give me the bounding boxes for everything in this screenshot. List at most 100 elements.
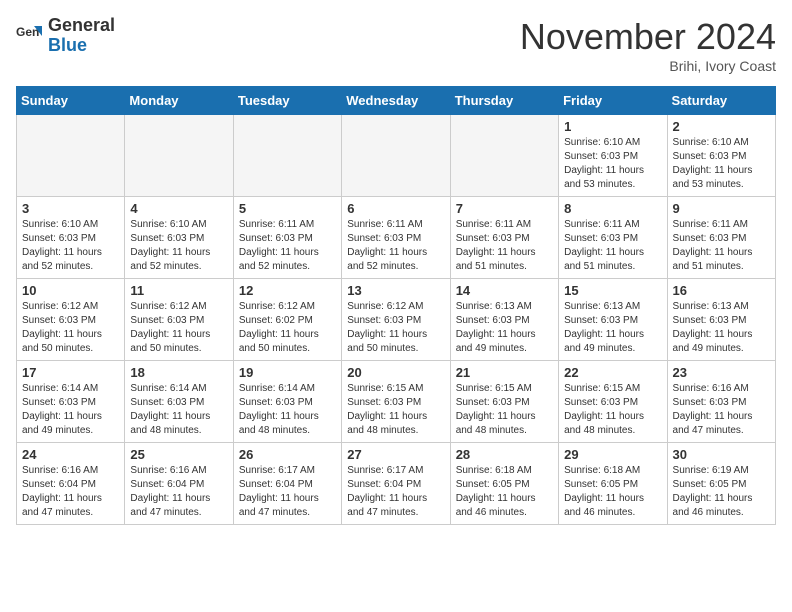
calendar-cell: 22 Sunrise: 6:15 AMSunset: 6:03 PMDayligh… bbox=[559, 361, 667, 443]
weekday-header: Sunday bbox=[17, 87, 125, 115]
day-info: Sunrise: 6:11 AMSunset: 6:03 PMDaylight:… bbox=[673, 218, 770, 274]
calendar-cell: 6 Sunrise: 6:11 AMSunset: 6:03 PMDaylight… bbox=[342, 197, 450, 279]
day-number: 22 bbox=[564, 365, 661, 380]
day-number: 2 bbox=[673, 119, 770, 134]
calendar-week-row: 1 Sunrise: 6:10 AMSunset: 6:03 PMDaylight… bbox=[17, 115, 776, 197]
day-number: 7 bbox=[456, 201, 553, 216]
day-number: 21 bbox=[456, 365, 553, 380]
calendar-cell: 21 Sunrise: 6:15 AMSunset: 6:03 PMDayligh… bbox=[450, 361, 558, 443]
calendar-cell bbox=[125, 115, 233, 197]
day-info: Sunrise: 6:16 AMSunset: 6:04 PMDaylight:… bbox=[130, 464, 227, 520]
calendar-cell: 16Sunrise: 6:13 AMSunset: 6:03 PMDayligh… bbox=[667, 279, 775, 361]
day-info: Sunrise: 6:17 AMSunset: 6:04 PMDaylight:… bbox=[347, 464, 444, 520]
month-title: November 2024 bbox=[520, 16, 776, 58]
logo: Gen General Blue bbox=[16, 16, 115, 56]
calendar-cell: 15Sunrise: 6:13 AMSunset: 6:03 PMDayligh… bbox=[559, 279, 667, 361]
day-number: 10 bbox=[22, 283, 119, 298]
day-number: 3 bbox=[22, 201, 119, 216]
day-number: 25 bbox=[130, 447, 227, 462]
calendar-cell: 1 Sunrise: 6:10 AMSunset: 6:03 PMDaylight… bbox=[559, 115, 667, 197]
calendar-cell: 29 Sunrise: 6:18 AMSunset: 6:05 PMDayligh… bbox=[559, 443, 667, 525]
calendar-cell: 17 Sunrise: 6:14 AMSunset: 6:03 PMDayligh… bbox=[17, 361, 125, 443]
calendar-cell: 28Sunrise: 6:18 AMSunset: 6:05 PMDayligh… bbox=[450, 443, 558, 525]
weekday-header: Friday bbox=[559, 87, 667, 115]
day-info: Sunrise: 6:15 AMSunset: 6:03 PMDaylight:… bbox=[456, 382, 553, 438]
calendar-cell bbox=[233, 115, 341, 197]
weekday-header: Saturday bbox=[667, 87, 775, 115]
weekday-header: Wednesday bbox=[342, 87, 450, 115]
day-info: Sunrise: 6:14 AMSunset: 6:03 PMDaylight:… bbox=[22, 382, 119, 438]
day-info: Sunrise: 6:14 AMSunset: 6:03 PMDaylight:… bbox=[239, 382, 336, 438]
day-number: 29 bbox=[564, 447, 661, 462]
day-info: Sunrise: 6:16 AMSunset: 6:03 PMDaylight:… bbox=[673, 382, 770, 438]
calendar-cell bbox=[342, 115, 450, 197]
calendar-cell: 30 Sunrise: 6:19 AMSunset: 6:05 PMDayligh… bbox=[667, 443, 775, 525]
day-number: 6 bbox=[347, 201, 444, 216]
day-info: Sunrise: 6:13 AMSunset: 6:03 PMDaylight:… bbox=[456, 300, 553, 356]
calendar-cell: 14 Sunrise: 6:13 AMSunset: 6:03 PMDayligh… bbox=[450, 279, 558, 361]
calendar-cell: 9Sunrise: 6:11 AMSunset: 6:03 PMDaylight… bbox=[667, 197, 775, 279]
day-info: Sunrise: 6:12 AMSunset: 6:03 PMDaylight:… bbox=[22, 300, 119, 356]
calendar-cell: 27 Sunrise: 6:17 AMSunset: 6:04 PMDayligh… bbox=[342, 443, 450, 525]
day-info: Sunrise: 6:11 AMSunset: 6:03 PMDaylight:… bbox=[239, 218, 336, 274]
day-info: Sunrise: 6:12 AMSunset: 6:03 PMDaylight:… bbox=[130, 300, 227, 356]
calendar-cell: 2Sunrise: 6:10 AMSunset: 6:03 PMDaylight… bbox=[667, 115, 775, 197]
calendar-cell: 19 Sunrise: 6:14 AMSunset: 6:03 PMDayligh… bbox=[233, 361, 341, 443]
calendar-header-row: SundayMondayTuesdayWednesdayThursdayFrid… bbox=[17, 87, 776, 115]
calendar-cell: 13 Sunrise: 6:12 AMSunset: 6:03 PMDayligh… bbox=[342, 279, 450, 361]
calendar-cell: 8 Sunrise: 6:11 AMSunset: 6:03 PMDaylight… bbox=[559, 197, 667, 279]
logo-general: General bbox=[48, 15, 115, 35]
calendar-cell: 3 Sunrise: 6:10 AMSunset: 6:03 PMDaylight… bbox=[17, 197, 125, 279]
calendar-table: SundayMondayTuesdayWednesdayThursdayFrid… bbox=[16, 86, 776, 525]
location: Brihi, Ivory Coast bbox=[520, 58, 776, 74]
day-info: Sunrise: 6:15 AMSunset: 6:03 PMDaylight:… bbox=[347, 382, 444, 438]
calendar-week-row: 24 Sunrise: 6:16 AMSunset: 6:04 PMDayligh… bbox=[17, 443, 776, 525]
weekday-header: Thursday bbox=[450, 87, 558, 115]
calendar-week-row: 3 Sunrise: 6:10 AMSunset: 6:03 PMDaylight… bbox=[17, 197, 776, 279]
calendar-cell: 24Sunrise: 6:16 AMSunset: 6:04 PMDayligh… bbox=[17, 443, 125, 525]
day-number: 13 bbox=[347, 283, 444, 298]
calendar-week-row: 17 Sunrise: 6:14 AMSunset: 6:03 PMDayligh… bbox=[17, 361, 776, 443]
day-info: Sunrise: 6:18 AMSunset: 6:05 PMDaylight:… bbox=[564, 464, 661, 520]
day-info: Sunrise: 6:13 AMSunset: 6:03 PMDaylight:… bbox=[564, 300, 661, 356]
day-number: 24 bbox=[22, 447, 119, 462]
weekday-header: Tuesday bbox=[233, 87, 341, 115]
calendar-cell: 20Sunrise: 6:15 AMSunset: 6:03 PMDayligh… bbox=[342, 361, 450, 443]
day-info: Sunrise: 6:17 AMSunset: 6:04 PMDaylight:… bbox=[239, 464, 336, 520]
day-number: 19 bbox=[239, 365, 336, 380]
weekday-header: Monday bbox=[125, 87, 233, 115]
day-number: 12 bbox=[239, 283, 336, 298]
day-info: Sunrise: 6:12 AMSunset: 6:02 PMDaylight:… bbox=[239, 300, 336, 356]
calendar-cell: 12 Sunrise: 6:12 AMSunset: 6:02 PMDayligh… bbox=[233, 279, 341, 361]
logo-icon: Gen bbox=[16, 22, 44, 50]
day-info: Sunrise: 6:11 AMSunset: 6:03 PMDaylight:… bbox=[564, 218, 661, 274]
day-info: Sunrise: 6:15 AMSunset: 6:03 PMDaylight:… bbox=[564, 382, 661, 438]
day-info: Sunrise: 6:10 AMSunset: 6:03 PMDaylight:… bbox=[564, 136, 661, 192]
calendar-cell: 23 Sunrise: 6:16 AMSunset: 6:03 PMDayligh… bbox=[667, 361, 775, 443]
day-number: 11 bbox=[130, 283, 227, 298]
day-number: 28 bbox=[456, 447, 553, 462]
day-number: 17 bbox=[22, 365, 119, 380]
day-info: Sunrise: 6:11 AMSunset: 6:03 PMDaylight:… bbox=[347, 218, 444, 274]
day-number: 23 bbox=[673, 365, 770, 380]
calendar-cell: 11 Sunrise: 6:12 AMSunset: 6:03 PMDayligh… bbox=[125, 279, 233, 361]
day-number: 14 bbox=[456, 283, 553, 298]
day-number: 8 bbox=[564, 201, 661, 216]
calendar-cell: 18Sunrise: 6:14 AMSunset: 6:03 PMDayligh… bbox=[125, 361, 233, 443]
calendar-cell: 7Sunrise: 6:11 AMSunset: 6:03 PMDaylight… bbox=[450, 197, 558, 279]
calendar-cell bbox=[17, 115, 125, 197]
day-info: Sunrise: 6:12 AMSunset: 6:03 PMDaylight:… bbox=[347, 300, 444, 356]
title-section: November 2024 Brihi, Ivory Coast bbox=[520, 16, 776, 74]
day-number: 27 bbox=[347, 447, 444, 462]
calendar-cell: 25 Sunrise: 6:16 AMSunset: 6:04 PMDayligh… bbox=[125, 443, 233, 525]
day-number: 30 bbox=[673, 447, 770, 462]
page-header: Gen General Blue November 2024 Brihi, Iv… bbox=[16, 16, 776, 74]
calendar-cell: 5 Sunrise: 6:11 AMSunset: 6:03 PMDaylight… bbox=[233, 197, 341, 279]
day-info: Sunrise: 6:19 AMSunset: 6:05 PMDaylight:… bbox=[673, 464, 770, 520]
day-info: Sunrise: 6:10 AMSunset: 6:03 PMDaylight:… bbox=[22, 218, 119, 274]
day-info: Sunrise: 6:10 AMSunset: 6:03 PMDaylight:… bbox=[130, 218, 227, 274]
day-info: Sunrise: 6:14 AMSunset: 6:03 PMDaylight:… bbox=[130, 382, 227, 438]
day-number: 26 bbox=[239, 447, 336, 462]
day-number: 5 bbox=[239, 201, 336, 216]
day-number: 1 bbox=[564, 119, 661, 134]
